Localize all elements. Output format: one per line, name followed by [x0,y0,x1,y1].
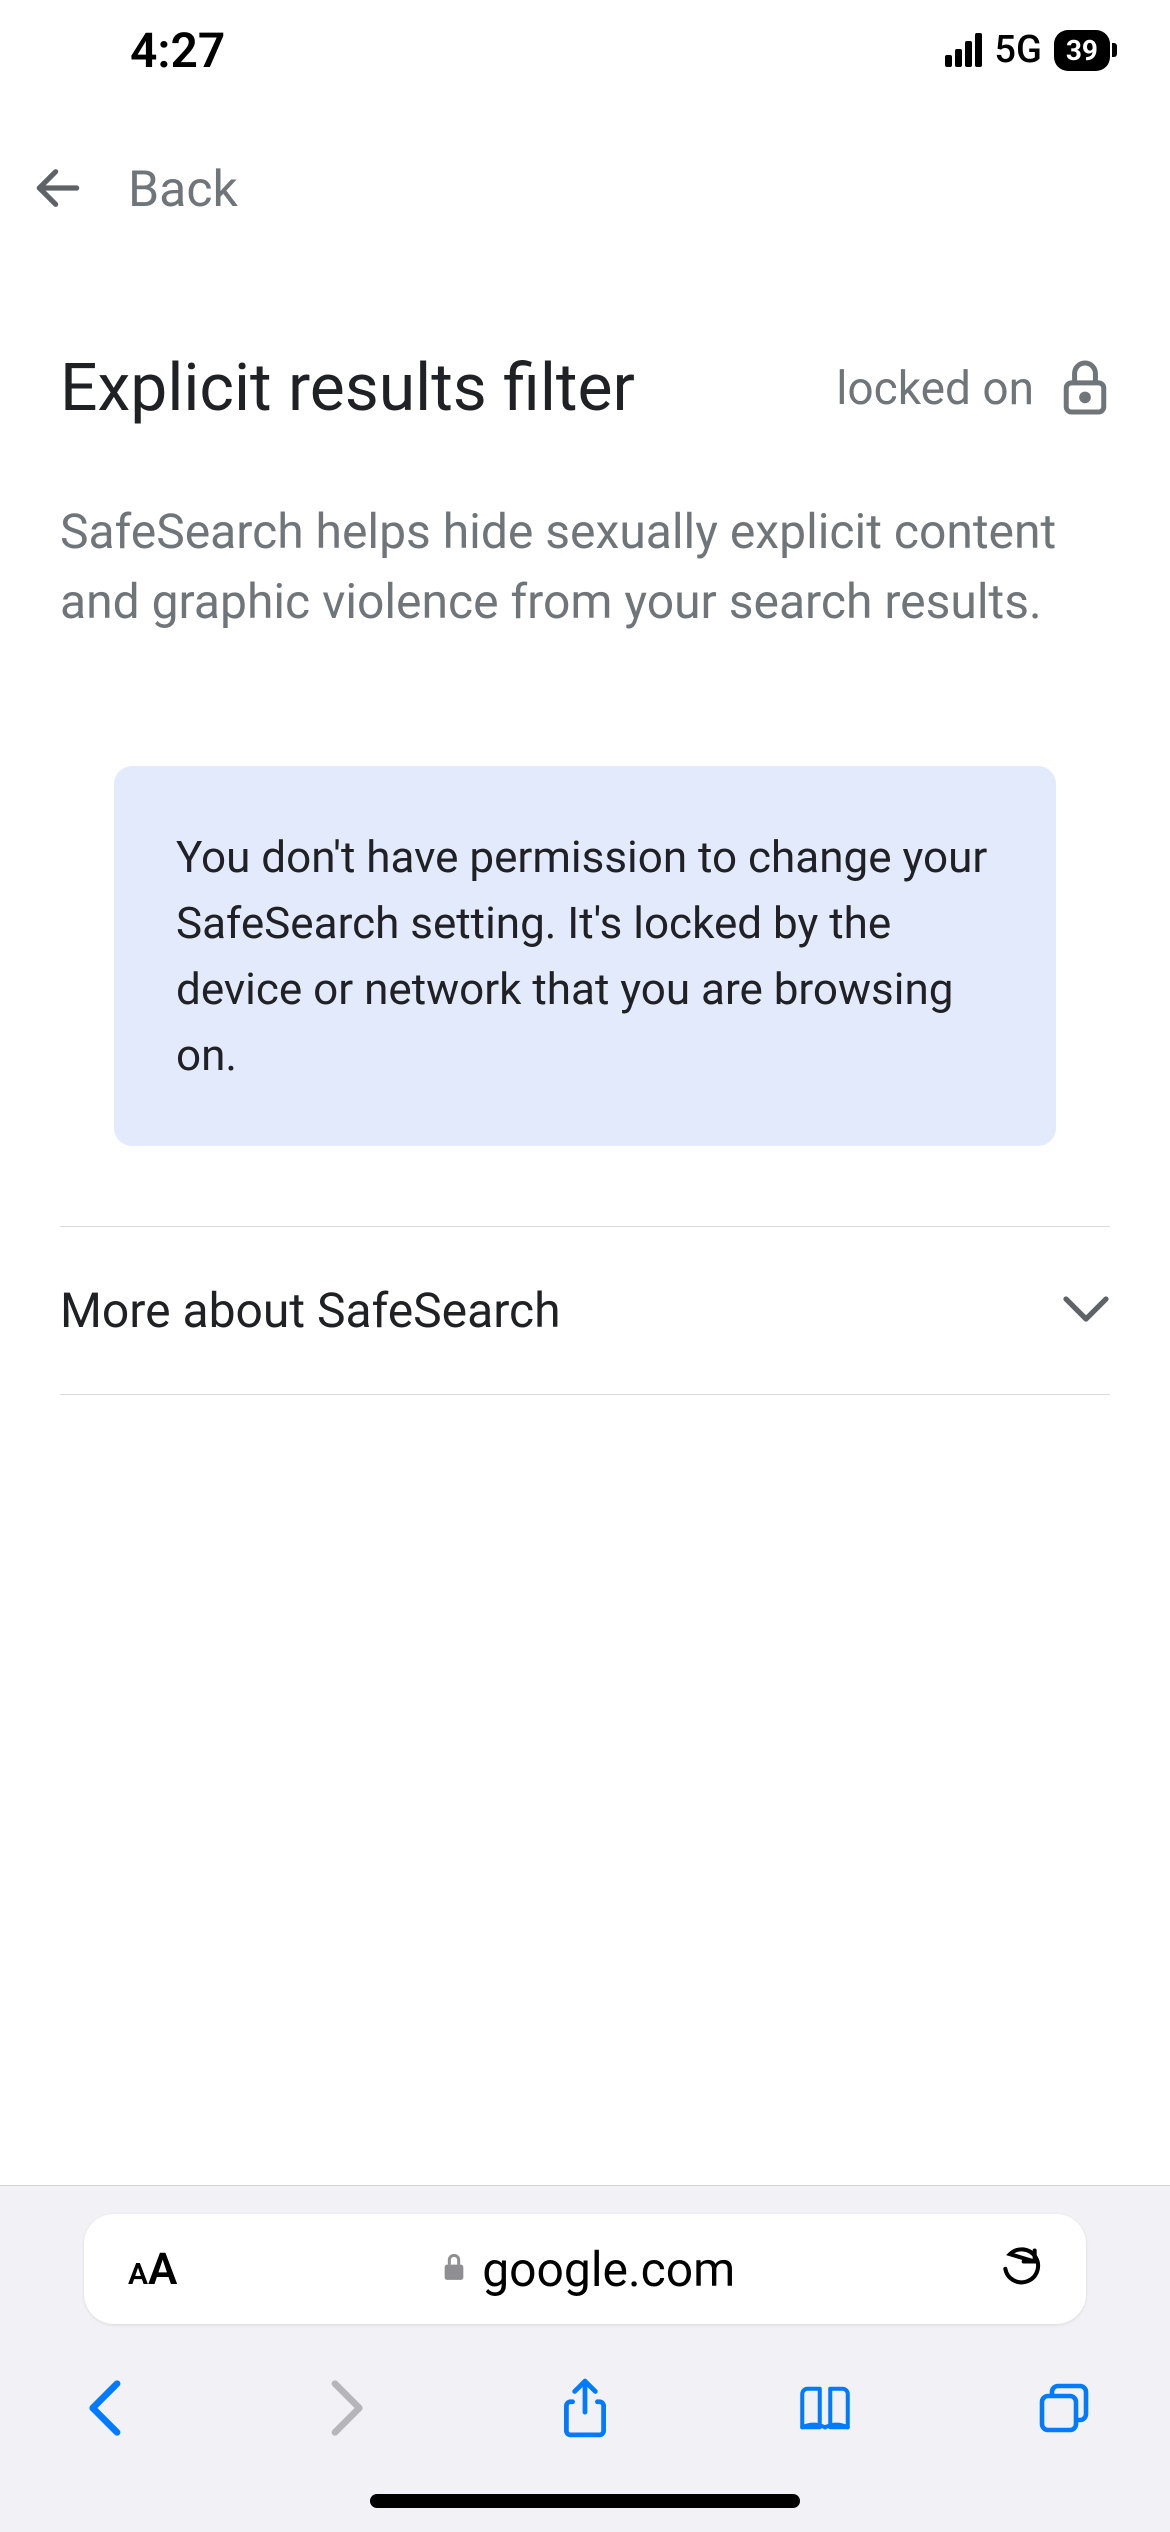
home-indicator [0,2494,1170,2532]
status-time: 4:27 [130,22,225,79]
signal-icon [945,33,982,67]
page-content: Back Explicit results filter locked on S… [0,100,1170,2185]
arrow-left-icon [30,160,86,220]
title-row: Explicit results filter locked on [60,350,1110,427]
battery-icon: 39 [1054,30,1110,71]
url-text: google.com [482,2241,735,2298]
expander-label: More about SafeSearch [60,1282,561,1339]
back-button[interactable]: Back [30,100,1110,220]
url-bar[interactable]: AA google.com [84,2214,1086,2324]
status-bar: 4:27 5G 39 [0,0,1170,100]
tabs-button[interactable] [1028,2372,1100,2444]
browser-back-button[interactable] [70,2372,142,2444]
back-label: Back [128,161,238,219]
lock-status-text: locked on [836,362,1034,416]
info-box: You don't have permission to change your… [114,766,1056,1146]
lock-icon [440,2250,468,2288]
browser-forward-button[interactable] [310,2372,382,2444]
lock-status: locked on [836,357,1110,421]
divider [60,1394,1110,1395]
bookmarks-button[interactable] [789,2372,861,2444]
url-display[interactable]: google.com [177,2241,998,2298]
font-size-button[interactable]: AA [128,2243,177,2295]
browser-chrome: AA google.com [0,2185,1170,2532]
lock-icon [1060,357,1110,421]
chevron-down-icon [1062,1293,1110,1329]
share-button[interactable] [549,2372,621,2444]
browser-toolbar [0,2352,1170,2494]
info-box-text: You don't have permission to change your… [176,824,994,1088]
page-title: Explicit results filter [60,350,635,427]
more-about-expander[interactable]: More about SafeSearch [60,1227,1110,1394]
network-type: 5G [994,28,1041,72]
status-right: 5G 39 [945,28,1110,72]
reload-button[interactable] [998,2242,1042,2296]
description-text: SafeSearch helps hide sexually explicit … [60,497,1110,636]
